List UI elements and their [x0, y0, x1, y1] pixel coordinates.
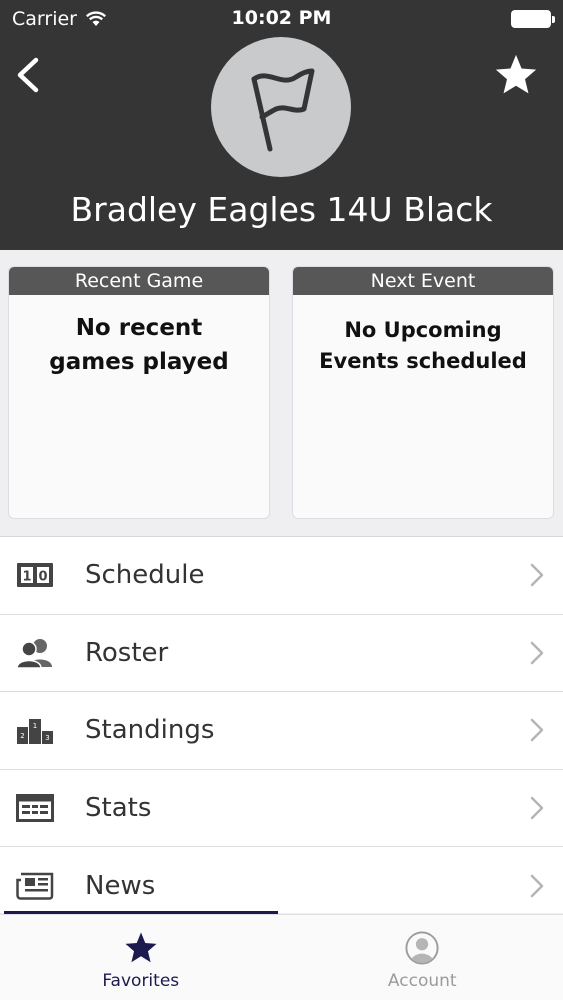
recent-game-card[interactable]: Recent Game No recent games played	[8, 266, 270, 519]
chevron-right-icon	[530, 796, 544, 819]
tab-account-label: Account	[387, 971, 457, 991]
svg-text:0: 0	[38, 570, 47, 585]
star-icon	[125, 932, 157, 963]
next-event-message: No Upcoming Events scheduled	[293, 295, 553, 377]
chevron-left-icon	[17, 57, 39, 93]
menu-item-label: Schedule	[85, 560, 205, 591]
menu-item-schedule[interactable]: 1 0 Schedule	[0, 537, 563, 615]
team-logo	[211, 37, 351, 177]
newspaper-icon	[15, 870, 55, 902]
next-event-title: Next Event	[293, 267, 553, 295]
scoreboard-icon: 1 0	[15, 559, 55, 591]
tab-favorites[interactable]: Favorites	[0, 915, 282, 1000]
team-header: Carrier 10:02 PM Bradley Eagles 14U Blac…	[0, 0, 563, 250]
menu-item-standings[interactable]: 2 1 3 Standings	[0, 692, 563, 770]
next-event-line1: No Upcoming	[344, 318, 502, 342]
svg-text:1: 1	[22, 570, 31, 585]
tab-bar: Favorites Account	[0, 914, 563, 1000]
team-name: Bradley Eagles 14U Black	[70, 190, 493, 229]
menu-item-label: Roster	[85, 637, 169, 668]
menu-item-label: Stats	[85, 792, 152, 823]
star-icon	[495, 54, 537, 94]
menu-item-label: News	[85, 870, 156, 901]
battery-icon	[511, 10, 555, 28]
tab-favorites-label: Favorites	[102, 971, 180, 991]
menu-item-roster[interactable]: Roster	[0, 615, 563, 692]
chevron-right-icon	[530, 564, 544, 587]
chevron-right-icon	[530, 874, 544, 897]
next-event-card[interactable]: Next Event No Upcoming Events scheduled	[292, 266, 554, 519]
menu-item-label: Standings	[85, 715, 215, 746]
svg-text:2: 2	[20, 732, 24, 740]
menu-item-stats[interactable]: Stats	[0, 770, 563, 847]
status-bar: Carrier 10:02 PM	[0, 0, 563, 38]
tab-account[interactable]: Account	[282, 915, 563, 1000]
recent-game-line2: games played	[49, 349, 229, 375]
podium-icon: 2 1 3	[15, 714, 55, 746]
svg-text:3: 3	[45, 734, 49, 742]
recent-game-title: Recent Game	[9, 267, 269, 295]
next-event-line2: Events scheduled	[319, 349, 527, 373]
back-button[interactable]	[10, 52, 50, 98]
svg-text:1: 1	[33, 722, 37, 730]
status-time: 10:02 PM	[231, 7, 332, 29]
chevron-right-icon	[530, 641, 544, 664]
recent-game-line1: No recent	[75, 315, 203, 341]
people-icon	[15, 637, 55, 669]
account-icon	[405, 931, 439, 965]
favorite-button[interactable]	[493, 52, 539, 98]
team-menu: 1 0 Schedule Roster 2 1 3 Standings Stat…	[0, 536, 563, 913]
recent-game-message: No recent games played	[9, 295, 269, 379]
flag-icon	[251, 68, 315, 152]
stats-table-icon	[15, 792, 55, 824]
chevron-right-icon	[530, 719, 544, 742]
